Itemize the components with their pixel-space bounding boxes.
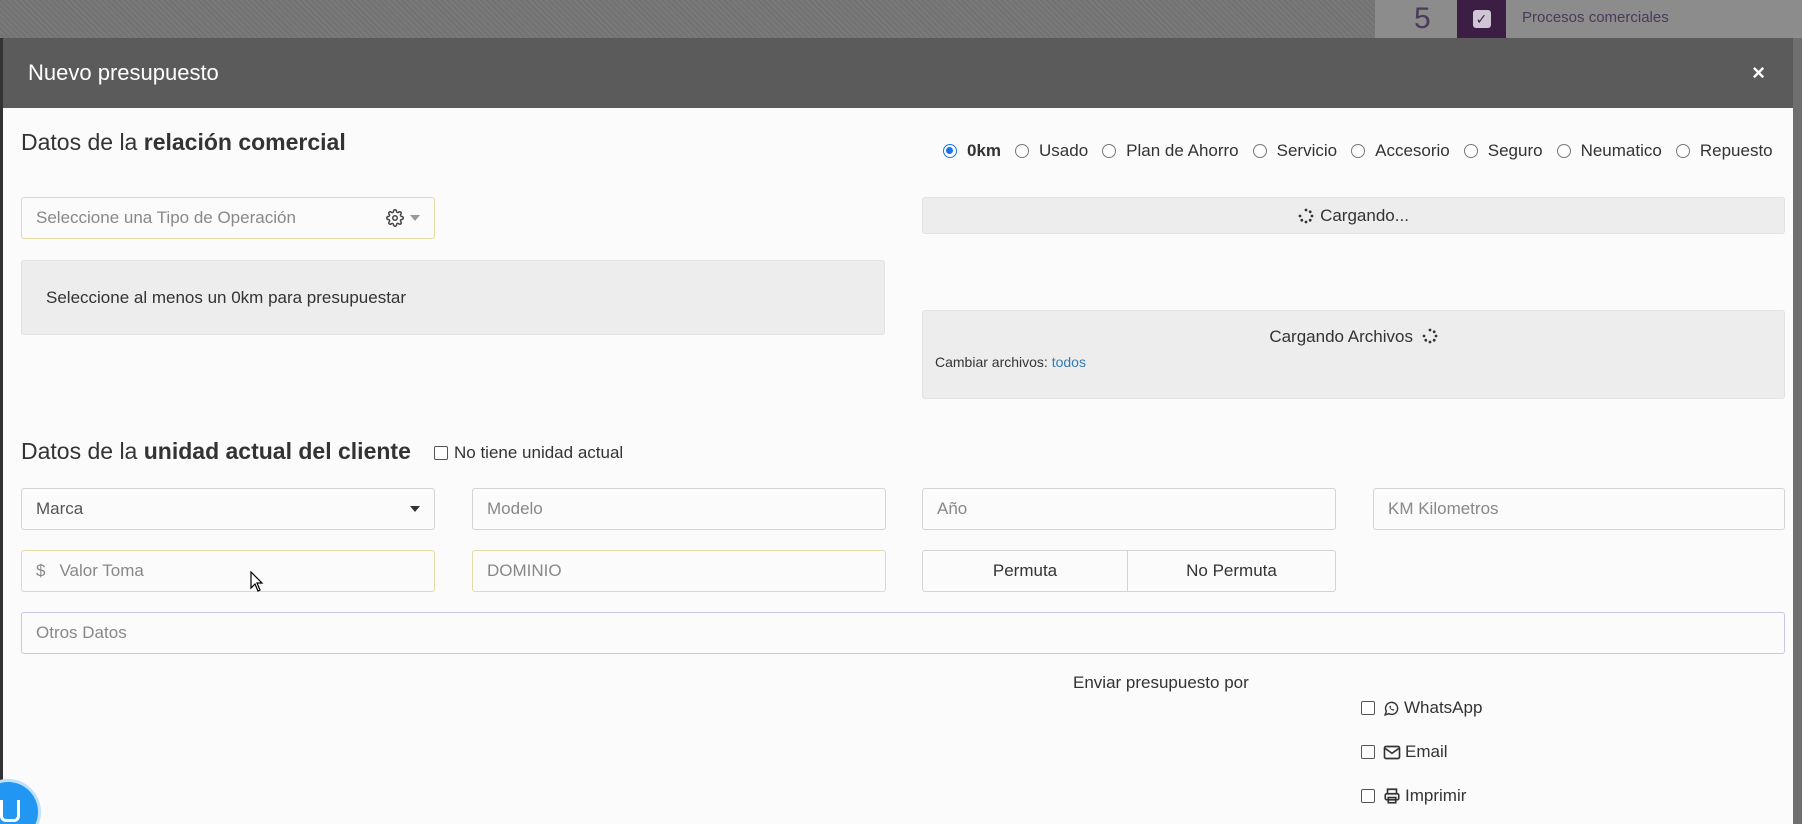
marca-select[interactable]: Marca — [21, 488, 435, 530]
chevron-down-icon — [410, 215, 420, 221]
background-check-tile: ✓ — [1457, 0, 1506, 38]
nuevo-presupuesto-modal: Nuevo presupuesto × Datos de la relación… — [3, 38, 1793, 824]
radio-button[interactable] — [1351, 144, 1366, 158]
chevron-down-icon — [410, 506, 420, 512]
permuta-button[interactable]: Permuta — [923, 551, 1128, 591]
tipo-operacion-select[interactable]: Seleccione una Tipo de Operación — [21, 197, 435, 239]
dominio-input[interactable]: DOMINIO — [472, 550, 886, 592]
check-icon: ✓ — [1472, 10, 1491, 28]
otros-datos-input[interactable]: Otros Datos — [21, 612, 1785, 654]
radio-label: Seguro — [1487, 141, 1543, 160]
email-checkbox[interactable] — [1361, 745, 1375, 759]
cambiar-archivos: Cambiar archivos: todos — [935, 354, 1086, 370]
radio-button[interactable] — [1463, 144, 1478, 158]
imprimir-checkbox[interactable] — [1361, 789, 1375, 803]
valor-toma-input[interactable]: $ Valor Toma — [21, 550, 435, 592]
close-button[interactable]: × — [1752, 60, 1765, 86]
radio-label: Servicio — [1276, 141, 1338, 160]
modal-header: Nuevo presupuesto × — [3, 38, 1793, 108]
radio-button[interactable] — [1252, 144, 1267, 158]
km-input[interactable]: KM Kilometros — [1373, 488, 1785, 530]
background-item-label: Procesos comerciales — [1522, 9, 1669, 26]
todos-link[interactable]: todos — [1052, 354, 1086, 370]
radio-option-usado[interactable]: Usado — [1015, 141, 1088, 161]
radio-label: Plan de Ahorro — [1126, 141, 1239, 160]
archivos-loading: Cargando Archivos — [923, 327, 1784, 347]
tipo-relacion-radios: 0km Usado Plan de Ahorro Servicio Accesorio S… — [943, 141, 1773, 161]
radio-label: Neumatico — [1580, 141, 1662, 160]
email-option[interactable]: Email — [1361, 742, 1448, 762]
radio-option-0km[interactable]: 0km — [943, 141, 1001, 161]
no-unidad-checkbox-row[interactable]: No tiene unidad actual — [434, 443, 623, 463]
radio-button[interactable] — [1556, 144, 1571, 158]
radio-option-plan-de-ahorro[interactable]: Plan de Ahorro — [1102, 141, 1239, 161]
relacion-section-title: Datos de la relación comercial — [21, 129, 346, 155]
spinner-icon — [1298, 208, 1314, 223]
envio-title: Enviar presupuesto por — [1073, 673, 1249, 692]
printer-icon — [1384, 788, 1400, 804]
radio-label: Repuesto — [1699, 141, 1773, 160]
radio-label: Usado — [1039, 141, 1089, 160]
radio-option-repuesto[interactable]: Repuesto — [1675, 141, 1773, 161]
radio-label: Accesorio — [1375, 141, 1450, 160]
whatsapp-checkbox[interactable] — [1361, 701, 1375, 715]
envelope-icon — [1383, 745, 1401, 759]
background-count: 5 — [1414, 2, 1431, 35]
spinner-icon — [1422, 328, 1438, 344]
radio-option-seguro[interactable]: Seguro — [1463, 141, 1543, 161]
chat-icon — [0, 800, 20, 822]
unidad-section-title: Datos de la unidad actual del cliente — [21, 438, 411, 464]
gear-icon[interactable] — [386, 209, 404, 227]
imprimir-option[interactable]: Imprimir — [1361, 786, 1466, 806]
no-unidad-checkbox[interactable] — [434, 446, 448, 460]
archivos-panel: Cargando Archivos Cambiar archivos: todo… — [922, 310, 1785, 399]
radio-button[interactable] — [1675, 144, 1690, 158]
modelo-input[interactable]: Modelo — [472, 488, 886, 530]
no-permuta-button[interactable]: No Permuta — [1128, 551, 1335, 591]
whatsapp-option[interactable]: WhatsApp — [1361, 698, 1482, 718]
radio-option-accesorio[interactable]: Accesorio — [1351, 141, 1450, 161]
info-panel: Seleccione al menos un 0km para presupue… — [21, 260, 885, 335]
whatsapp-icon — [1383, 701, 1399, 716]
modal-title: Nuevo presupuesto — [28, 60, 219, 85]
radio-option-neumatico[interactable]: Neumatico — [1556, 141, 1662, 161]
radio-button[interactable] — [1102, 144, 1117, 158]
radio-button[interactable] — [943, 144, 957, 158]
mouse-cursor-icon — [250, 571, 264, 592]
radio-button[interactable] — [1015, 144, 1030, 158]
anio-input[interactable]: Año — [922, 488, 1336, 530]
dollar-icon: $ — [36, 561, 46, 580]
radio-label: 0km — [967, 141, 1002, 160]
radio-option-servicio[interactable]: Servicio — [1252, 141, 1338, 161]
permuta-toggle: Permuta No Permuta — [922, 550, 1336, 592]
cargando-panel: Cargando... — [922, 197, 1785, 234]
